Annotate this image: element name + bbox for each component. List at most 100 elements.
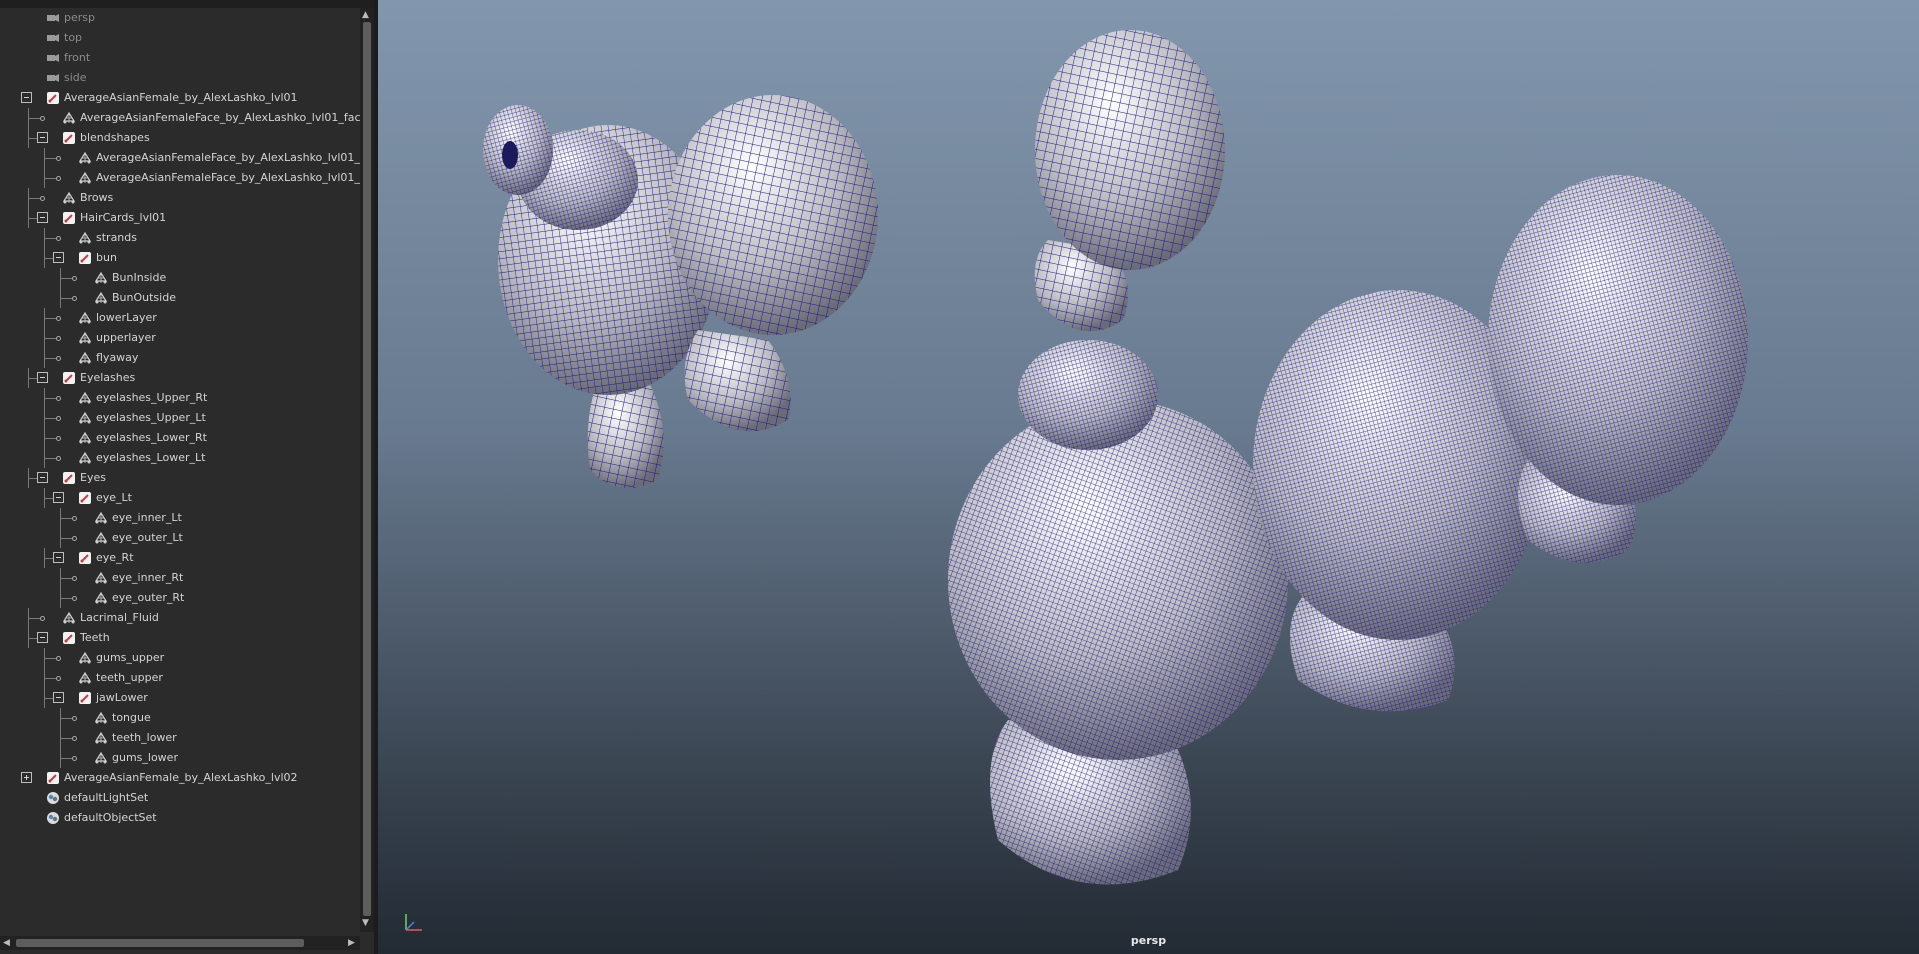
outliner-item[interactable]: Lacrimal_Fluid [0, 608, 360, 628]
outliner-item[interactable]: AverageAsianFemaleFace_by_AlexLashko_lvl… [0, 108, 360, 128]
collapse-icon[interactable] [53, 252, 64, 263]
outliner-item[interactable]: BunOutside [0, 288, 360, 308]
tree-connector [44, 688, 45, 708]
collapse-icon[interactable] [37, 632, 48, 643]
outliner-item[interactable]: eye_inner_Lt [0, 508, 360, 528]
collapse-icon[interactable] [37, 212, 48, 223]
outliner-item[interactable]: eye_Rt [0, 548, 360, 568]
scroll-left-icon[interactable]: ◀ [3, 938, 10, 948]
visibility-dot-icon[interactable] [72, 576, 77, 581]
outliner-item[interactable]: upperlayer [0, 328, 360, 348]
collapse-icon[interactable] [37, 372, 48, 383]
mesh-icon [78, 331, 92, 345]
outliner-item-label: Teeth [80, 631, 110, 644]
outliner-item[interactable]: eyelashes_Upper_Lt [0, 408, 360, 428]
visibility-dot-icon[interactable] [56, 356, 61, 361]
outliner-item[interactable]: strands [0, 228, 360, 248]
outliner-item[interactable]: eye_inner_Rt [0, 568, 360, 588]
outliner-item[interactable]: BunInside [0, 268, 360, 288]
outliner-item[interactable]: AverageAsianFemale_by_AlexLashko_lvl02 [0, 768, 360, 788]
visibility-dot-icon[interactable] [40, 196, 45, 201]
outliner-tree: persp top front side AverageAsianFemale_by_A… [0, 8, 360, 932]
outliner-item[interactable]: front [0, 48, 360, 68]
visibility-dot-icon[interactable] [56, 436, 61, 441]
horizontal-scroll-thumb[interactable] [16, 939, 304, 947]
visibility-dot-icon[interactable] [72, 516, 77, 521]
3d-viewport[interactable]: persp [378, 0, 1919, 954]
outliner-item[interactable]: eyelashes_Lower_Lt [0, 448, 360, 468]
visibility-dot-icon[interactable] [56, 176, 61, 181]
mesh-icon [94, 591, 108, 605]
visibility-dot-icon[interactable] [56, 316, 61, 321]
vertical-scroll-thumb[interactable] [363, 22, 371, 916]
collapse-icon[interactable] [21, 92, 32, 103]
visibility-dot-icon[interactable] [40, 116, 45, 121]
visibility-dot-icon[interactable] [40, 616, 45, 621]
visibility-dot-icon[interactable] [72, 536, 77, 541]
group-icon [62, 131, 76, 145]
mesh-icon [62, 191, 76, 205]
head-mesh-hair-lvl02[interactable] [948, 340, 1288, 885]
outliner-item[interactable]: eye_Lt [0, 488, 360, 508]
outliner-item[interactable]: teeth_lower [0, 728, 360, 748]
outliner-item[interactable]: defaultObjectSet [0, 808, 360, 828]
outliner-item[interactable]: tongue [0, 708, 360, 728]
visibility-dot-icon[interactable] [72, 756, 77, 761]
visibility-dot-icon[interactable] [72, 596, 77, 601]
visibility-dot-icon[interactable] [56, 236, 61, 241]
outliner-item[interactable]: Brows [0, 188, 360, 208]
outliner-item[interactable]: AverageAsianFemaleFace_by_AlexLashko_lvl… [0, 148, 360, 168]
visibility-dot-icon[interactable] [72, 276, 77, 281]
outliner-item[interactable]: AverageAsianFemaleFace_by_AlexLashko_lvl… [0, 168, 360, 188]
collapse-icon[interactable] [53, 692, 64, 703]
head-mesh-bald-lvl03[interactable] [1488, 175, 1748, 563]
outliner-item[interactable]: blendshapes [0, 128, 360, 148]
outliner-item[interactable]: Eyelashes [0, 368, 360, 388]
outliner-item[interactable]: top [0, 28, 360, 48]
outliner-item[interactable]: flyaway [0, 348, 360, 368]
outliner-item[interactable]: Teeth [0, 628, 360, 648]
outliner-item[interactable]: eyelashes_Lower_Rt [0, 428, 360, 448]
visibility-dot-icon[interactable] [56, 456, 61, 461]
outliner-item[interactable]: gums_lower [0, 748, 360, 768]
expand-icon[interactable] [21, 772, 32, 783]
outliner-item[interactable]: eyelashes_Upper_Rt [0, 388, 360, 408]
outliner-item[interactable]: persp [0, 8, 360, 28]
outliner-item[interactable]: lowerLayer [0, 308, 360, 328]
collapse-icon[interactable] [37, 472, 48, 483]
head-mesh-bald-open-mouth[interactable] [1034, 30, 1225, 332]
horizontal-scrollbar[interactable]: ◀ ▶ [0, 936, 360, 950]
outliner-item[interactable]: HairCards_lvl01 [0, 208, 360, 228]
visibility-dot-icon[interactable] [56, 656, 61, 661]
outliner-item[interactable]: bun [0, 248, 360, 268]
scroll-down-icon[interactable]: ▼ [362, 918, 369, 928]
tree-connector [28, 368, 29, 388]
head-mesh-bald-lvl01[interactable] [668, 95, 878, 432]
mesh-icon [78, 231, 92, 245]
outliner-item[interactable]: eye_outer_Lt [0, 528, 360, 548]
tree-connector [44, 408, 45, 428]
visibility-dot-icon[interactable] [56, 676, 61, 681]
collapse-icon[interactable] [53, 552, 64, 563]
visibility-dot-icon[interactable] [56, 156, 61, 161]
collapse-icon[interactable] [53, 492, 64, 503]
scroll-right-icon[interactable]: ▶ [348, 938, 355, 948]
outliner-item[interactable]: Eyes [0, 468, 360, 488]
scroll-up-icon[interactable]: ▲ [362, 10, 369, 20]
visibility-dot-icon[interactable] [72, 736, 77, 741]
outliner-item[interactable]: jawLower [0, 688, 360, 708]
visibility-dot-icon[interactable] [72, 296, 77, 301]
outliner-item[interactable]: defaultLightSet [0, 788, 360, 808]
outliner-item[interactable]: eye_outer_Rt [0, 588, 360, 608]
visibility-dot-icon[interactable] [56, 416, 61, 421]
visibility-dot-icon[interactable] [56, 396, 61, 401]
visibility-dot-icon[interactable] [72, 716, 77, 721]
visibility-dot-icon[interactable] [56, 336, 61, 341]
outliner-item[interactable]: teeth_upper [0, 668, 360, 688]
outliner-item[interactable]: AverageAsianFemale_by_AlexLashko_lvl01 [0, 88, 360, 108]
outliner-item[interactable]: gums_upper [0, 648, 360, 668]
group-icon [78, 551, 92, 565]
vertical-scrollbar[interactable]: ▲ ▼ [360, 8, 374, 932]
collapse-icon[interactable] [37, 132, 48, 143]
outliner-item[interactable]: side [0, 68, 360, 88]
